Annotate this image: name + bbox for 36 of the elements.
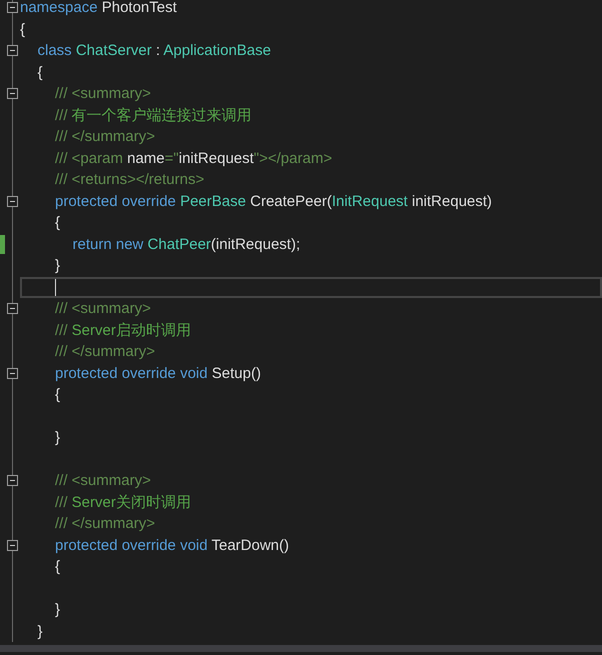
code-line: /// <summary> [55, 84, 151, 104]
collapse-icon[interactable] [7, 475, 18, 486]
collapse-icon[interactable] [7, 540, 18, 550]
code-line: { [38, 62, 43, 83]
code-line: /// </summary> [55, 127, 156, 148]
code-line: namespace PhotonTest [20, 0, 177, 18]
code-line: } [55, 256, 60, 276]
code-line: protected override PeerBase CreatePeer(InitRequest initRequest) [55, 192, 492, 212]
text-caret [55, 278, 56, 296]
code-line: { [20, 20, 26, 40]
code-line: /// 有一个客户端连接过来调用 [55, 106, 252, 126]
code-line: protected override void TearDown() [55, 536, 290, 556]
code-line: return new ChatPeer(initRequest); [72, 234, 300, 255]
code-line: /// <summary> [55, 471, 151, 492]
code-line: { [55, 557, 60, 578]
collapse-icon[interactable] [7, 2, 18, 13]
collapse-icon[interactable] [7, 303, 18, 314]
code-line: class ChatServer : ApplicationBase [38, 41, 271, 62]
collapse-icon[interactable] [7, 196, 18, 206]
code-line: /// <summary> [55, 299, 151, 320]
code-line: { [55, 213, 60, 234]
code-line: protected override void Setup() [55, 364, 261, 384]
horizontal-scrollbar[interactable] [0, 645, 602, 652]
code-line: /// Server关闭时调用 [55, 492, 191, 513]
code-line: } [55, 428, 60, 448]
code-line: /// Server启动时调用 [55, 320, 191, 341]
code-line: } [55, 600, 60, 620]
collapse-icon[interactable] [7, 368, 18, 378]
code-line: } [38, 622, 43, 642]
code-line: /// </summary> [55, 342, 156, 362]
code-line: /// </summary> [55, 514, 156, 534]
collapse-icon[interactable] [7, 45, 18, 56]
code-line: { [55, 385, 60, 406]
code-line: /// <returns></returns> [55, 170, 204, 190]
code-line: /// <param name="initRequest"></param> [55, 148, 332, 169]
collapse-icon[interactable] [7, 88, 18, 99]
